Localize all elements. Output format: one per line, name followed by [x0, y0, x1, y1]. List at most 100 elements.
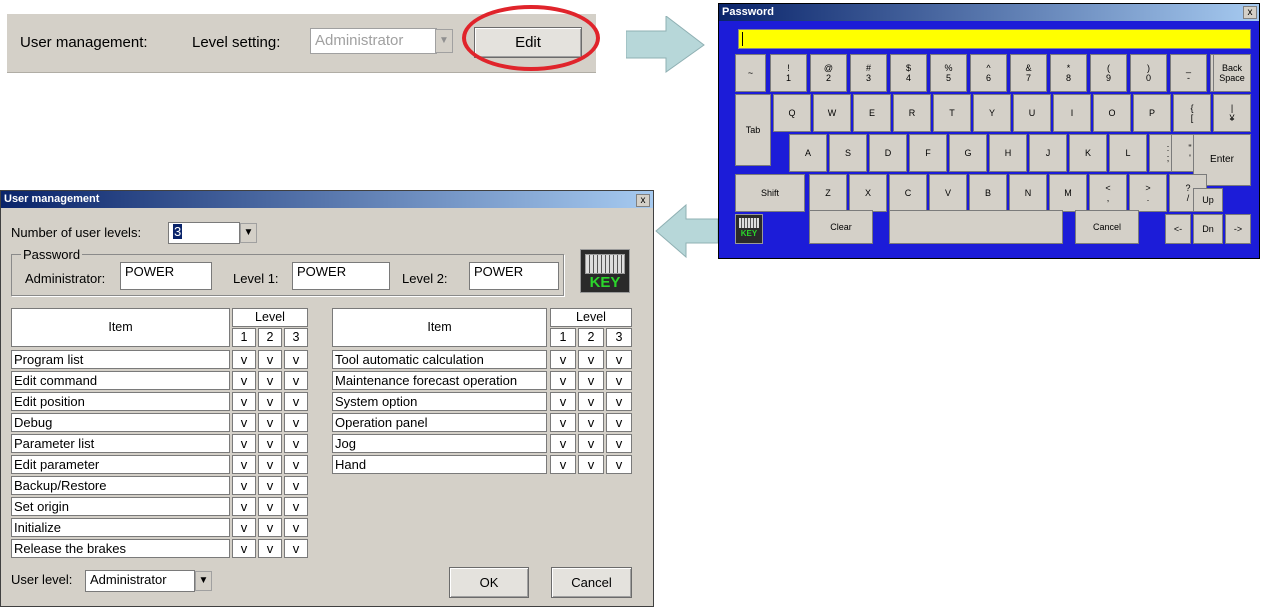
- level-cell[interactable]: v: [232, 455, 256, 474]
- level-cell[interactable]: v: [258, 413, 282, 432]
- level-cell[interactable]: v: [284, 392, 308, 411]
- level-cell[interactable]: v: [550, 413, 576, 432]
- level-cell[interactable]: v: [258, 518, 282, 537]
- key[interactable]: K: [1069, 134, 1107, 172]
- cancel-button[interactable]: Cancel: [551, 567, 632, 598]
- key[interactable]: Y: [973, 94, 1011, 132]
- tab-key[interactable]: Tab: [735, 94, 771, 166]
- key[interactable]: G: [949, 134, 987, 172]
- key[interactable]: I: [1053, 94, 1091, 132]
- level-cell[interactable]: v: [284, 455, 308, 474]
- level2-password-field[interactable]: POWER: [469, 262, 559, 290]
- level-setting-select[interactable]: Administrator: [310, 28, 437, 54]
- left-key[interactable]: <-: [1165, 214, 1191, 244]
- right-key[interactable]: ->: [1225, 214, 1251, 244]
- level-cell[interactable]: v: [232, 539, 256, 558]
- level-cell[interactable]: v: [232, 392, 256, 411]
- key[interactable]: O: [1093, 94, 1131, 132]
- key[interactable]: X: [849, 174, 887, 212]
- cancel-button[interactable]: Cancel: [1075, 210, 1139, 244]
- level-cell[interactable]: v: [232, 497, 256, 516]
- level-cell[interactable]: v: [606, 434, 632, 453]
- keyboard-icon[interactable]: KEY: [580, 249, 630, 293]
- key[interactable]: $4: [890, 54, 927, 92]
- key[interactable]: N: [1009, 174, 1047, 212]
- key[interactable]: (9: [1090, 54, 1127, 92]
- level-cell[interactable]: v: [232, 371, 256, 390]
- down-key[interactable]: Dn: [1193, 214, 1223, 244]
- level-cell[interactable]: v: [606, 371, 632, 390]
- level-cell[interactable]: v: [232, 434, 256, 453]
- level-cell[interactable]: v: [258, 371, 282, 390]
- ok-button[interactable]: OK: [449, 567, 529, 598]
- shift-key[interactable]: Shift: [735, 174, 805, 212]
- key[interactable]: <,: [1089, 174, 1127, 212]
- level-cell[interactable]: v: [606, 392, 632, 411]
- clear-button[interactable]: Clear: [809, 210, 873, 244]
- level-cell[interactable]: v: [606, 413, 632, 432]
- close-icon[interactable]: x: [636, 194, 650, 207]
- level-cell[interactable]: v: [284, 539, 308, 558]
- chevron-down-icon[interactable]: ▼: [435, 29, 453, 53]
- key[interactable]: Q: [773, 94, 811, 132]
- key[interactable]: ! 1: [770, 54, 807, 92]
- level-cell[interactable]: v: [258, 455, 282, 474]
- key[interactable]: S: [829, 134, 867, 172]
- key[interactable]: L: [1109, 134, 1147, 172]
- num-levels-select[interactable]: 3: [168, 222, 240, 244]
- backspace-key[interactable]: Back Space: [1213, 54, 1251, 92]
- level-cell[interactable]: v: [284, 434, 308, 453]
- key[interactable]: P: [1133, 94, 1171, 132]
- key[interactable]: W: [813, 94, 851, 132]
- level-cell[interactable]: v: [284, 476, 308, 495]
- key[interactable]: M: [1049, 174, 1087, 212]
- admin-password-field[interactable]: POWER: [120, 262, 212, 290]
- level-cell[interactable]: v: [578, 371, 604, 390]
- key[interactable]: H: [989, 134, 1027, 172]
- level-cell[interactable]: v: [258, 497, 282, 516]
- chevron-down-icon[interactable]: ▼: [195, 571, 212, 591]
- key[interactable]: % 5: [930, 54, 967, 92]
- level-cell[interactable]: v: [606, 455, 632, 474]
- level-cell[interactable]: v: [578, 350, 604, 369]
- level-cell[interactable]: v: [578, 392, 604, 411]
- level-cell[interactable]: v: [284, 497, 308, 516]
- key[interactable]: >.: [1129, 174, 1167, 212]
- key[interactable]: @2: [810, 54, 847, 92]
- key[interactable]: | ¥: [1213, 94, 1251, 132]
- level-cell[interactable]: v: [232, 350, 256, 369]
- level-cell[interactable]: v: [578, 434, 604, 453]
- key[interactable]: * 8: [1050, 54, 1087, 92]
- key[interactable]: D: [869, 134, 907, 172]
- key[interactable]: #3: [850, 54, 887, 92]
- key[interactable]: ~: [735, 54, 766, 92]
- key[interactable]: A: [789, 134, 827, 172]
- chevron-down-icon[interactable]: ▼: [240, 223, 257, 243]
- key[interactable]: T: [933, 94, 971, 132]
- key[interactable]: ^ 6: [970, 54, 1007, 92]
- level-cell[interactable]: v: [258, 434, 282, 453]
- key[interactable]: U: [1013, 94, 1051, 132]
- close-icon[interactable]: x: [1243, 6, 1257, 19]
- key[interactable]: R: [893, 94, 931, 132]
- level-cell[interactable]: v: [232, 413, 256, 432]
- key[interactable]: C: [889, 174, 927, 212]
- level-cell[interactable]: v: [550, 434, 576, 453]
- level-cell[interactable]: v: [550, 455, 576, 474]
- level-cell[interactable]: v: [284, 518, 308, 537]
- level-cell[interactable]: v: [284, 371, 308, 390]
- up-key[interactable]: Up: [1193, 188, 1223, 212]
- key[interactable]: J: [1029, 134, 1067, 172]
- key[interactable]: Z: [809, 174, 847, 212]
- level1-password-field[interactable]: POWER: [292, 262, 390, 290]
- key[interactable]: E: [853, 94, 891, 132]
- level-cell[interactable]: v: [258, 392, 282, 411]
- key[interactable]: {[: [1173, 94, 1211, 132]
- level-cell[interactable]: v: [258, 476, 282, 495]
- level-cell[interactable]: v: [232, 518, 256, 537]
- level-cell[interactable]: v: [550, 371, 576, 390]
- level-cell[interactable]: v: [284, 413, 308, 432]
- level-cell[interactable]: v: [232, 476, 256, 495]
- password-input[interactable]: [738, 29, 1251, 49]
- key[interactable]: F: [909, 134, 947, 172]
